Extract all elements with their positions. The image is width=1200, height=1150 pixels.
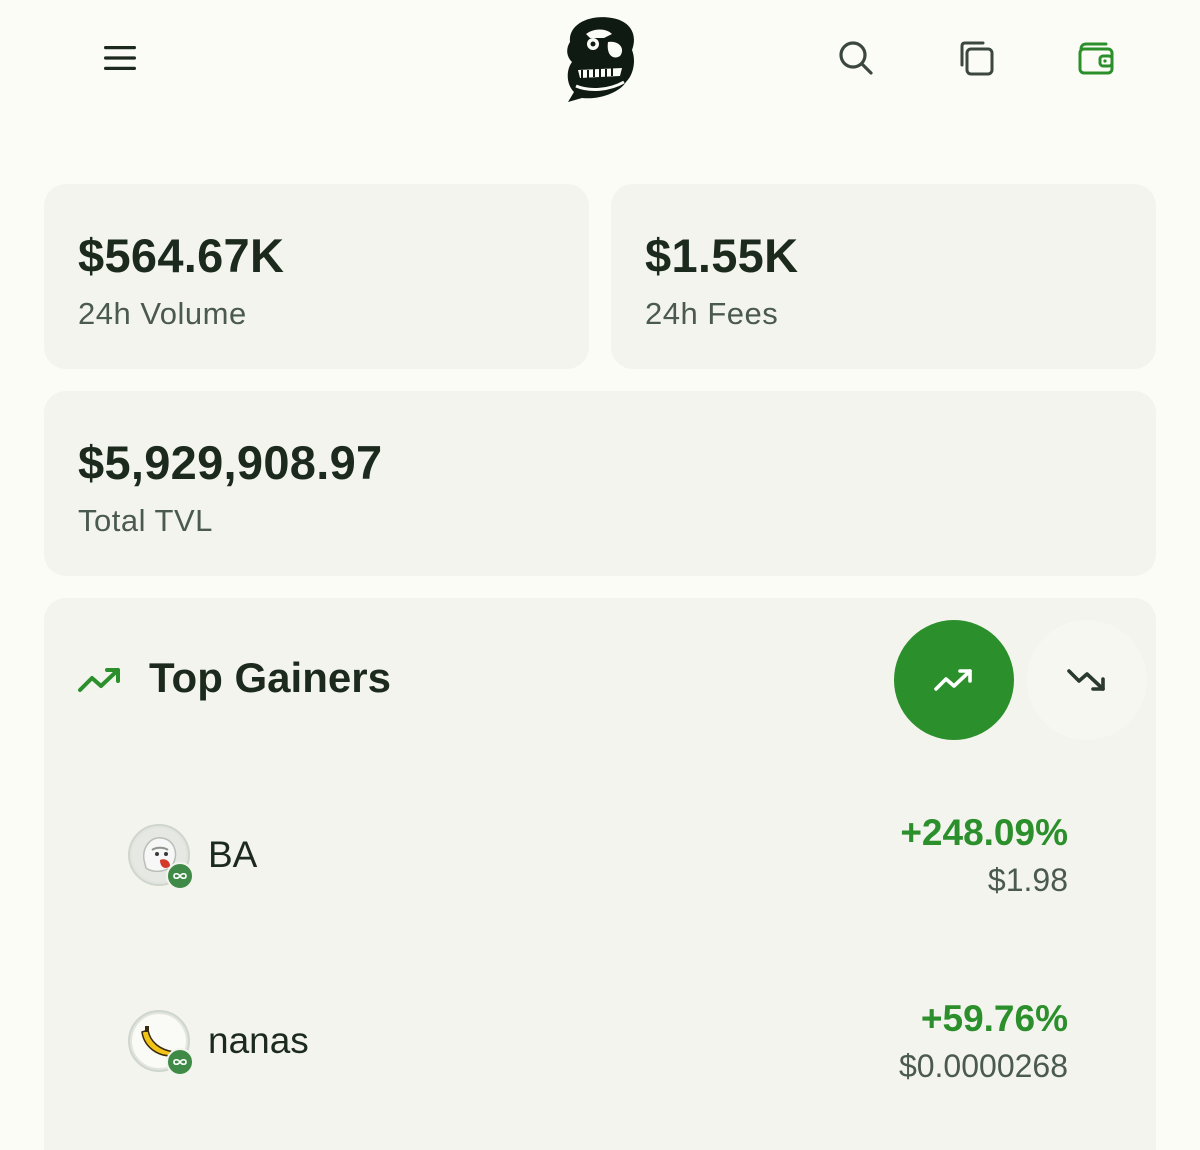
search-button[interactable] xyxy=(826,28,886,88)
wallet-button[interactable] xyxy=(1066,28,1126,88)
search-icon xyxy=(839,41,873,75)
token-change: +248.09% xyxy=(900,812,1068,853)
fees-value: $1.55K xyxy=(645,229,799,282)
token-row-ba[interactable]: BA +248.09% $1.98 xyxy=(44,798,1156,908)
top-bar xyxy=(0,0,1200,120)
fees-label: 24h Fees xyxy=(645,296,779,331)
token-price: $0.0000268 xyxy=(898,1048,1068,1084)
top-gainers-panel: Top Gainers BA +248.09% $1.98 nanas +59.… xyxy=(44,598,1156,1150)
gorilla-logo[interactable] xyxy=(560,12,640,104)
trending-down-icon xyxy=(1067,669,1105,691)
infinity-badge-icon xyxy=(166,862,194,890)
wallet-icon xyxy=(1078,42,1114,75)
trending-up-icon xyxy=(934,669,972,691)
panel-title: Top Gainers xyxy=(149,654,391,701)
trending-up-icon xyxy=(78,668,120,692)
stat-card-volume: $564.67K 24h Volume xyxy=(44,184,589,369)
tvl-label: Total TVL xyxy=(78,503,213,538)
token-row-nanas[interactable]: nanas +59.76% $0.0000268 xyxy=(44,984,1156,1094)
volume-label: 24h Volume xyxy=(78,296,247,331)
tvl-value: $5,929,908.97 xyxy=(78,436,383,489)
copy-button[interactable] xyxy=(946,28,1006,88)
stat-card-tvl: $5,929,908.97 Total TVL xyxy=(44,391,1156,576)
token-price: $1.98 xyxy=(987,862,1068,898)
token-change: +59.76% xyxy=(920,998,1068,1039)
gainers-toggle-button[interactable] xyxy=(894,620,1014,740)
copy-icon xyxy=(960,41,994,76)
app-page: $564.67K 24h Volume $1.55K 24h Fees $5,9… xyxy=(0,0,1200,1150)
volume-value: $564.67K xyxy=(78,229,285,282)
stat-card-fees: $1.55K 24h Fees xyxy=(611,184,1156,369)
token-name: nanas xyxy=(208,1020,309,1061)
token-name: BA xyxy=(208,834,258,875)
losers-toggle-button[interactable] xyxy=(1027,620,1147,740)
infinity-badge-icon xyxy=(166,1048,194,1076)
hamburger-menu-icon xyxy=(104,46,136,70)
menu-button[interactable] xyxy=(90,28,150,88)
